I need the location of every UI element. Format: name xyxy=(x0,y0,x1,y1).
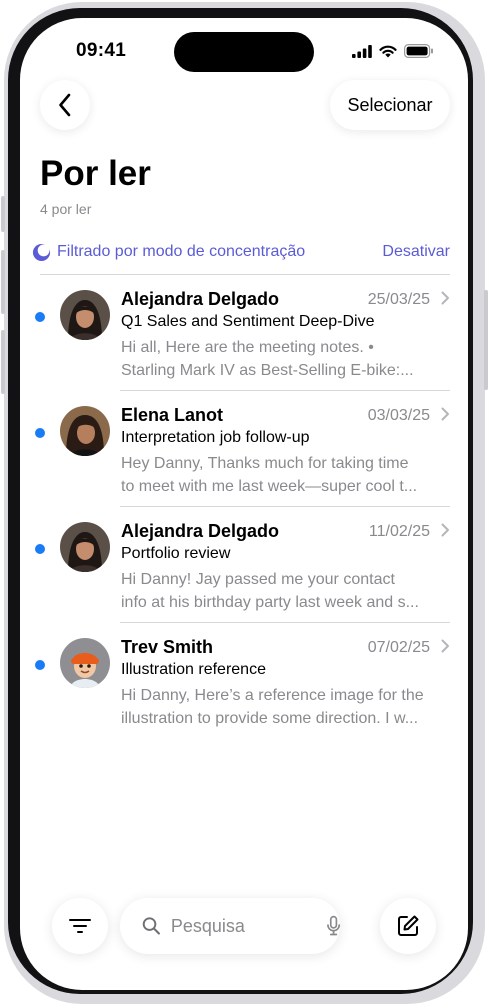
avatar xyxy=(60,406,110,456)
message-subject: Interpretation job follow-up xyxy=(121,429,310,446)
bottom-toolbar xyxy=(20,898,468,958)
avatar xyxy=(60,290,110,340)
message-date: 25/03/25 xyxy=(367,291,430,308)
message-sender: Alejandra Delgado xyxy=(121,289,280,309)
dynamic-island xyxy=(174,32,314,72)
moon-icon xyxy=(32,243,51,261)
status-icons xyxy=(352,44,434,58)
volume-down-button xyxy=(1,330,5,394)
message-sender: Alejandra Delgado xyxy=(121,521,280,541)
avatar xyxy=(60,522,110,572)
compose-icon xyxy=(398,915,419,936)
back-button[interactable] xyxy=(40,80,90,130)
message-preview: Hi Danny! Jay passed me your contact inf… xyxy=(121,568,449,614)
focus-filter-text: Filtrado por modo de concentração xyxy=(57,243,306,260)
message-subject: Q1 Sales and Sentiment Deep-Dive xyxy=(121,313,375,330)
message-preview: Hi all, Here are the meeting notes. • St… xyxy=(121,336,449,382)
preview-line: illustration to provide some direction. … xyxy=(121,710,419,727)
message-preview: Hey Danny, Thanks much for taking time t… xyxy=(121,452,449,498)
disable-filter-button[interactable]: Desativar xyxy=(382,243,450,261)
message-subject: Illustration reference xyxy=(121,661,266,678)
filter-button[interactable] xyxy=(52,898,108,954)
preview-line: Hi all, Here are the meeting notes. • xyxy=(121,339,374,356)
message-list: Alejandra Delgado 25/03/25 Q1 Sales and … xyxy=(20,275,468,739)
message-sender: Elena Lanot xyxy=(121,405,224,425)
preview-line: Hi Danny, Here’s a reference image for t… xyxy=(121,687,424,704)
page-title: Por ler xyxy=(40,154,151,193)
avatar xyxy=(60,638,110,688)
unread-indicator xyxy=(35,428,45,438)
message-subject: Portfolio review xyxy=(121,545,231,562)
message-row[interactable]: Alejandra Delgado 11/02/25 Portfolio rev… xyxy=(20,507,468,623)
message-row[interactable]: Elena Lanot 03/03/25 Interpretation job … xyxy=(20,391,468,507)
message-date: 03/03/25 xyxy=(367,407,430,424)
cellular-signal-icon xyxy=(352,44,372,58)
status-time: 09:41 xyxy=(76,40,127,61)
search-input[interactable] xyxy=(168,914,313,938)
unread-indicator xyxy=(35,544,45,554)
unread-indicator xyxy=(35,312,45,322)
message-date: 07/02/25 xyxy=(367,639,430,656)
status-bar: 09:41 xyxy=(20,18,468,78)
chevron-right-icon xyxy=(441,291,449,305)
preview-line: Hi Danny! Jay passed me your contact xyxy=(121,571,395,588)
wifi-icon xyxy=(379,45,397,57)
message-row[interactable]: Trev Smith 07/02/25 Illustration referen… xyxy=(20,623,468,739)
screen: 09:41 Selecionar Por ler 4 por ler Filtr… xyxy=(20,18,468,990)
microphone-icon[interactable] xyxy=(326,915,340,937)
select-button[interactable]: Selecionar xyxy=(330,80,450,130)
magnifier-icon xyxy=(142,917,160,935)
unread-indicator xyxy=(35,660,45,670)
power-button xyxy=(484,290,488,390)
message-date: 11/02/25 xyxy=(368,523,430,540)
preview-line: Hey Danny, Thanks much for taking time xyxy=(121,455,409,472)
chevron-right-icon xyxy=(441,407,449,421)
search-field[interactable] xyxy=(120,898,340,954)
preview-line: Starling Mark IV as Best-Selling E-bike:… xyxy=(121,362,414,379)
action-button xyxy=(1,196,5,232)
volume-up-button xyxy=(1,250,5,314)
battery-icon xyxy=(404,44,433,58)
chevron-right-icon xyxy=(441,639,449,653)
preview-line: to meet with me last week—super cool t..… xyxy=(121,478,418,495)
chevron-left-icon xyxy=(59,93,71,117)
focus-filter-banner: Filtrado por modo de concentração Desati… xyxy=(32,240,450,264)
preview-line: info at his birthday party last week and… xyxy=(121,594,419,611)
message-sender: Trev Smith xyxy=(121,637,214,657)
compose-button[interactable] xyxy=(380,898,436,954)
unread-count: 4 por ler xyxy=(40,201,92,217)
message-preview: Hi Danny, Here’s a reference image for t… xyxy=(121,684,449,730)
filter-lines-icon xyxy=(69,919,91,933)
chevron-right-icon xyxy=(441,523,449,537)
message-row[interactable]: Alejandra Delgado 25/03/25 Q1 Sales and … xyxy=(20,275,468,391)
